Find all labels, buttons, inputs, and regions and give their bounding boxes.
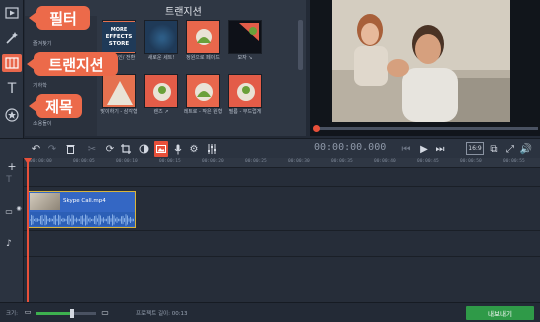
promo-line: EFFECTS (105, 33, 133, 40)
track-divider (24, 230, 540, 231)
stickers-icon[interactable] (2, 106, 22, 124)
color-adjust-icon[interactable] (138, 141, 150, 157)
delete-icon[interactable] (64, 141, 76, 157)
timeline-ruler[interactable]: 00:00:00 00:00:05 00:00:10 00:00:15 00:00:20… (24, 158, 540, 168)
category-item[interactable]: 즐겨찾기 (33, 40, 51, 47)
transition-label: 새로운 세트! (147, 55, 175, 61)
play-icon[interactable]: ▶ (418, 141, 430, 157)
track-headers: + T ▭ ◉ ♪ (0, 158, 24, 302)
transition-thumb[interactable] (186, 74, 220, 108)
ruler-tick: 00:00:45 (417, 159, 439, 164)
zoom-out-icon[interactable]: ▭ (24, 307, 32, 317)
video-track-icon: ▭ (5, 206, 13, 216)
transition-label: 렌즈 ↗ (153, 109, 169, 115)
category-item[interactable]: 소용돌이 (33, 120, 51, 127)
panel-scrollbar[interactable] (298, 20, 303, 70)
microphone-icon[interactable] (172, 141, 184, 157)
zoom-slider[interactable] (36, 309, 96, 318)
status-bar: 크기: ▭ ▭ 프로젝트 길이: 00:13 내보내기 (0, 302, 540, 322)
category-item[interactable]: 기하학 (33, 82, 47, 89)
ruler-tick: 00:00:20 (202, 159, 224, 164)
ruler-tick: 00:00:25 (245, 159, 267, 164)
panel-title: 트랜지션 (165, 7, 202, 18)
ruler-tick: 00:00:50 (460, 159, 482, 164)
clip-name: Skype Call.mp4 (63, 198, 106, 204)
edit-toolbar: ↶ ↷ ✂ ⟳ ⚙ 00:00:00.000 ⏮ ▶ ⏭ 16:9 ⧉ ⤢ 🔊 (0, 138, 540, 158)
detach-preview-icon[interactable]: ⧉ (488, 141, 500, 157)
undo-icon[interactable]: ↶ (30, 141, 42, 157)
text-track-icon: T (6, 175, 12, 185)
image-effects-icon[interactable] (154, 141, 168, 157)
ruler-tick: 00:00:30 (288, 159, 310, 164)
project-duration: 프로젝트 길이: 00:13 (136, 311, 188, 317)
promo-line: MORE (110, 26, 128, 33)
effects-store-badge[interactable]: MORE EFFECTS STORE (102, 22, 136, 52)
equalizer-icon[interactable] (206, 141, 218, 157)
settings-icon[interactable]: ⚙ (188, 141, 200, 157)
timecode-display: 00:00:00.000 (314, 142, 387, 153)
left-toolbar: T (0, 0, 24, 160)
transition-label: 맞이하기 - 삼각형 (100, 109, 138, 115)
preview-seek-bar[interactable] (313, 125, 538, 132)
transitions-icon[interactable] (2, 54, 22, 72)
video-preview (332, 0, 510, 122)
zoom-in-icon[interactable]: ▭ (100, 307, 110, 317)
titles-icon[interactable]: T (2, 80, 22, 98)
transition-label: 필름 - 부드럽게 (228, 109, 262, 115)
timeline: + T ▭ ◉ ♪ 00:00:00 00:00:05 00:00:10 00:00:… (0, 158, 540, 302)
import-icon[interactable] (2, 4, 22, 22)
transition-thumb[interactable] (144, 20, 178, 54)
preview-panel (310, 0, 540, 136)
transition-thumb[interactable] (186, 20, 220, 54)
zoom-slider-fill (36, 312, 72, 315)
fullscreen-icon[interactable]: ⤢ (504, 141, 516, 157)
transition-thumb[interactable] (102, 74, 136, 108)
volume-icon[interactable]: 🔊 (520, 141, 532, 157)
transition-thumb[interactable] (228, 74, 262, 108)
cut-icon[interactable]: ✂ (86, 141, 98, 157)
video-clip[interactable]: Skype Call.mp4 (28, 191, 136, 228)
clip-thumbnail (30, 193, 60, 210)
transition-label: 레트로 - 작은 원형 (183, 109, 223, 115)
rotate-icon[interactable]: ⟳ (104, 141, 116, 157)
filters-callout: 필터 (29, 6, 90, 30)
transition-label: 정원으로 페이드 (186, 55, 220, 61)
transition-label: 모자 ↘ (237, 55, 253, 61)
transition-thumb[interactable] (228, 20, 262, 54)
next-frame-icon[interactable]: ⏭ (434, 141, 446, 157)
playhead[interactable] (27, 158, 29, 302)
titles-callout: 제목 (29, 94, 82, 118)
ruler-tick: 00:00:05 (73, 159, 95, 164)
redo-icon[interactable]: ↷ (46, 141, 58, 157)
export-button[interactable]: 내보내기 (466, 306, 534, 320)
ruler-tick: 00:00:35 (331, 159, 353, 164)
transitions-callout: 트랜지션 (27, 52, 118, 76)
scale-label: 크기: (6, 311, 18, 317)
video-editor-window: T 트랜지션 즐겨찾기 기하학 소용돌이 페이드 인/ 전환 새로운 세트! 정… (0, 0, 540, 322)
track-divider (24, 186, 540, 187)
aspect-ratio-button[interactable]: 16:9 (466, 142, 484, 155)
seek-handle[interactable] (313, 125, 320, 132)
audio-waveform (29, 212, 135, 226)
visibility-icon[interactable]: ◉ (15, 200, 23, 216)
previous-frame-icon[interactable]: ⏮ (400, 141, 412, 157)
ruler-tick: 00:00:15 (159, 159, 181, 164)
zoom-slider-handle[interactable] (70, 309, 74, 318)
ruler-tick: 00:00:55 (503, 159, 525, 164)
music-track-icon: ♪ (6, 239, 12, 249)
transition-thumb[interactable] (144, 74, 178, 108)
ruler-tick: 00:00:00 (30, 159, 52, 164)
ruler-tick: 00:00:40 (374, 159, 396, 164)
ruler-tick: 00:00:10 (116, 159, 138, 164)
promo-line: STORE (108, 40, 130, 47)
category-list: 즐겨찾기 기하학 소용돌이 (25, 16, 97, 136)
filters-icon[interactable] (2, 29, 22, 47)
track-divider (24, 256, 540, 257)
crop-icon[interactable] (120, 141, 132, 157)
